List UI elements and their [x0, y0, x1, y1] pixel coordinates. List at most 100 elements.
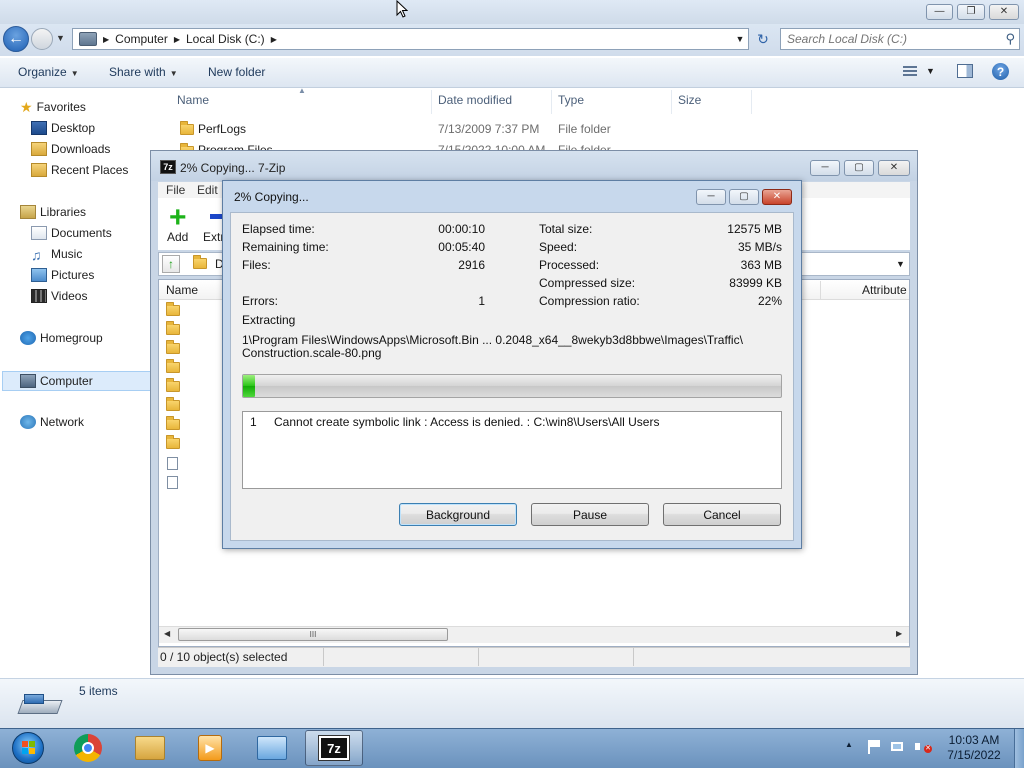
breadcrumb-computer[interactable]: Computer	[115, 32, 168, 46]
search-box[interactable]: ⚲	[780, 28, 1020, 50]
explorer-close-button[interactable]: ✕	[989, 4, 1019, 20]
nav-computer[interactable]: Computer	[20, 372, 93, 390]
share-with-menu[interactable]: Share with ▼	[109, 65, 178, 79]
list-item[interactable]	[167, 476, 178, 492]
taskbar-explorer[interactable]	[121, 730, 179, 766]
new-folder-button[interactable]: New folder	[208, 65, 265, 79]
remaining-label: Remaining time:	[242, 240, 329, 254]
nav-item-label: Desktop	[51, 121, 96, 135]
pause-button[interactable]: Pause	[531, 503, 649, 526]
preview-pane-button[interactable]	[957, 64, 973, 78]
volume-muted-icon[interactable]: ✕	[914, 739, 932, 755]
table-row[interactable]: PerfLogs 7/13/2009 7:37 PM File folder	[177, 120, 757, 138]
cancel-button[interactable]: Cancel	[663, 503, 781, 526]
breadcrumb-separator-icon[interactable]: ▶	[174, 35, 180, 44]
background-button-label: Background	[425, 507, 491, 522]
nav-homegroup[interactable]: Homegroup	[20, 329, 103, 347]
list-item[interactable]	[166, 302, 180, 319]
start-button[interactable]	[3, 729, 53, 767]
list-item[interactable]	[166, 359, 180, 376]
back-button[interactable]: ←	[3, 26, 29, 52]
explorer-maximize-button[interactable]: ❐	[957, 4, 985, 20]
list-item[interactable]	[166, 435, 180, 452]
documents-icon	[31, 226, 47, 240]
column-header-name[interactable]: Name	[166, 283, 198, 297]
list-item[interactable]	[166, 416, 180, 433]
total-size-label: Total size:	[539, 222, 593, 236]
column-header-name[interactable]: Name	[177, 93, 209, 107]
refresh-button[interactable]: ↻	[752, 28, 774, 50]
nav-item-videos[interactable]: Videos	[31, 287, 87, 305]
list-item[interactable]	[166, 321, 180, 338]
action-center-flag-icon[interactable]	[866, 739, 882, 755]
breadcrumb-separator-icon[interactable]: ▶	[103, 35, 109, 44]
menu-edit[interactable]: Edit	[197, 183, 218, 197]
dialog-close-button[interactable]: ✕	[762, 189, 792, 205]
folder-icon	[166, 302, 180, 316]
up-folder-button[interactable]: ↑	[162, 255, 180, 273]
list-item[interactable]	[166, 340, 180, 357]
show-hidden-icons-button[interactable]: ▲	[845, 740, 853, 749]
chevron-down-icon: ▼	[169, 69, 178, 78]
nav-item-desktop[interactable]: Desktop	[31, 119, 95, 137]
breadcrumb-separator-icon[interactable]: ▶	[271, 35, 277, 44]
nav-item-music[interactable]: ♫ Music	[31, 245, 82, 263]
column-header-size[interactable]: Size	[678, 93, 701, 107]
7zip-maximize-button[interactable]: ▢	[844, 160, 874, 176]
view-dropdown-button[interactable]: ▼	[926, 66, 935, 76]
list-item[interactable]	[166, 397, 180, 414]
dialog-minimize-button[interactable]: ─	[696, 189, 726, 205]
explorer-title-bar	[0, 0, 1024, 24]
column-divider[interactable]	[671, 90, 672, 114]
column-divider[interactable]	[551, 90, 552, 114]
taskbar-chrome[interactable]	[59, 730, 117, 766]
system-clock[interactable]: 10:03 AM 7/15/2022	[938, 733, 1010, 763]
clock-time: 10:03 AM	[948, 733, 1000, 747]
nav-item-recent-places[interactable]: Recent Places	[31, 161, 128, 179]
scroll-thumb[interactable]: III	[178, 628, 448, 641]
forward-button[interactable]	[31, 28, 53, 50]
nav-network[interactable]: Network	[20, 413, 84, 431]
help-button[interactable]: ?	[992, 63, 1009, 80]
dialog-maximize-button[interactable]: ▢	[729, 189, 759, 205]
search-input[interactable]	[785, 29, 995, 49]
7zip-close-button[interactable]: ✕	[878, 160, 910, 176]
nav-item-documents[interactable]: Documents	[31, 224, 112, 242]
compressed-size-label: Compressed size:	[539, 276, 636, 290]
recent-pages-dropdown[interactable]: ▼	[56, 33, 68, 45]
network-tray-icon[interactable]	[890, 739, 908, 755]
taskbar-media-player[interactable]: ▶	[181, 730, 239, 766]
menu-file[interactable]: File	[166, 183, 185, 197]
column-divider[interactable]	[820, 281, 821, 299]
scroll-right-button[interactable]: ▶	[896, 629, 902, 638]
nav-favorites[interactable]: ★ Favorites	[20, 98, 86, 116]
show-desktop-button[interactable]	[1014, 729, 1024, 768]
column-header-type[interactable]: Type	[558, 93, 584, 107]
column-divider[interactable]	[751, 90, 752, 114]
explorer-minimize-button[interactable]: —	[926, 4, 953, 20]
computer-icon	[79, 32, 97, 46]
list-item[interactable]	[167, 457, 178, 473]
list-item[interactable]	[166, 378, 180, 395]
nav-libraries[interactable]: Libraries	[20, 203, 86, 221]
scroll-left-button[interactable]: ◀	[164, 629, 170, 638]
maximize-icon: ❐	[966, 6, 976, 17]
column-header-attributes[interactable]: Attribute	[862, 283, 907, 297]
column-header-date-modified[interactable]: Date modified	[438, 93, 512, 107]
extract-button[interactable]: Extr	[202, 204, 224, 250]
address-breadcrumb[interactable]: ▶ Computer ▶ Local Disk (C:) ▶	[72, 28, 749, 50]
nav-item-downloads[interactable]: Downloads	[31, 140, 110, 158]
address-dropdown-button[interactable]: ▼	[732, 30, 748, 48]
taskbar-7zip[interactable]: 7z	[305, 730, 363, 766]
7zip-minimize-button[interactable]: ─	[810, 160, 840, 176]
nav-item-pictures[interactable]: Pictures	[31, 266, 94, 284]
view-options-button[interactable]	[903, 66, 919, 78]
compression-ratio-label: Compression ratio:	[539, 294, 640, 308]
background-button[interactable]: Background	[399, 503, 517, 526]
taskbar-control-panel[interactable]	[243, 730, 301, 766]
column-divider[interactable]	[431, 90, 432, 114]
7zip-address-dropdown[interactable]: ▼	[896, 259, 905, 269]
add-button[interactable]: + Add	[166, 203, 194, 250]
breadcrumb-local-disk[interactable]: Local Disk (C:)	[186, 32, 265, 46]
organize-menu[interactable]: Organize ▼	[18, 65, 79, 79]
